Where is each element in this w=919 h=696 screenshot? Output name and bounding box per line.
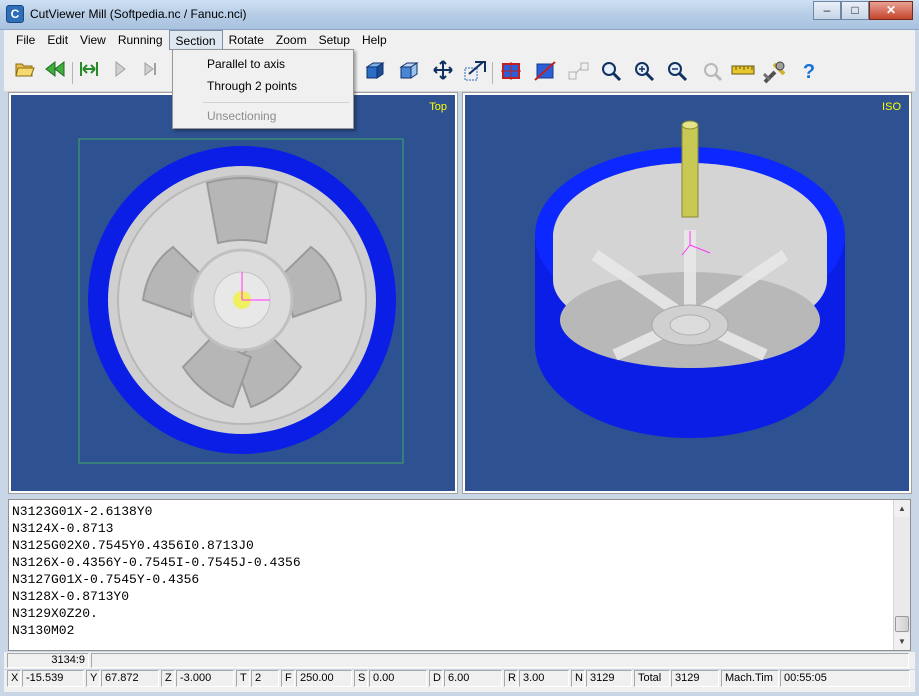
line-position-status: 3134:9 <box>7 653 89 668</box>
menu-setup[interactable]: Setup <box>313 30 356 50</box>
toolbar: ? <box>4 50 915 92</box>
code-line: N3125G02X0.7545Y0.4356I0.8713J0 <box>12 538 254 553</box>
y-value: 67.872 <box>101 670 159 687</box>
window-controls: – □ ✕ <box>813 1 913 20</box>
measure-icon[interactable] <box>566 60 592 84</box>
menu-help[interactable]: Help <box>356 30 393 50</box>
rewind-icon[interactable] <box>42 60 68 84</box>
scroll-up-icon[interactable]: ▲ <box>894 500 910 517</box>
n-value: 3129 <box>586 670 632 687</box>
d-value: 6.00 <box>444 670 502 687</box>
code-line: N3126X-0.4356Y-0.7545I-0.7545J-0.4356 <box>12 555 301 570</box>
toolbar-separator <box>72 62 73 84</box>
total-label: Total <box>634 670 670 687</box>
zoom-window-icon[interactable] <box>462 60 488 84</box>
s-value: 0.00 <box>369 670 427 687</box>
menu-zoom[interactable]: Zoom <box>270 30 313 50</box>
app-icon[interactable]: C <box>6 5 24 23</box>
menu-separator <box>203 102 349 103</box>
menu-file[interactable]: File <box>10 30 41 50</box>
iso-view-render <box>535 120 845 438</box>
menu-item-parallel-to-axis[interactable]: Parallel to axis <box>175 53 351 75</box>
top-view-label: Top <box>429 101 447 113</box>
code-line: N3124X-0.8713 <box>12 521 114 536</box>
play-icon[interactable] <box>107 60 133 84</box>
r-label: R <box>504 670 518 687</box>
total-value: 3129 <box>671 670 719 687</box>
menu-view[interactable]: View <box>74 30 112 50</box>
step-forward-icon[interactable] <box>138 60 164 84</box>
menu-item-through-2-points[interactable]: Through 2 points <box>175 75 351 97</box>
machining-time-value: 00:55:05 <box>780 670 910 687</box>
menu-edit[interactable]: Edit <box>41 30 74 50</box>
ruler-icon[interactable] <box>730 60 756 84</box>
menu-bar: File Edit View Running Section Rotate Zo… <box>4 30 915 50</box>
section-dropdown-menu: Parallel to axis Through 2 points Unsect… <box>172 49 354 129</box>
status-message <box>91 653 909 668</box>
pan-icon[interactable] <box>430 60 456 84</box>
section-icon[interactable] <box>498 60 524 84</box>
status-bar-line-position: 3134:9 <box>4 652 915 669</box>
code-line: N3127G01X-0.7545Y-0.4356 <box>12 572 200 587</box>
step-back-icon[interactable] <box>76 60 102 84</box>
zoom-out-icon[interactable] <box>664 60 690 84</box>
open-icon[interactable] <box>12 60 38 84</box>
menu-rotate[interactable]: Rotate <box>223 30 270 50</box>
n-label: N <box>571 670 585 687</box>
z-value: -3.000 <box>176 670 234 687</box>
t-label: T <box>236 670 250 687</box>
nc-code-editor[interactable]: N3123G01X-2.6138Y0 N3124X-0.8713 N3125G0… <box>8 499 911 651</box>
status-bar-machine-state: X -15.539 Y 67.872 Z -3.000 T 2 F 250.00… <box>4 670 915 692</box>
code-line: N3130M02 <box>12 623 75 638</box>
menu-section[interactable]: Section <box>168 30 223 50</box>
machining-time-label: Mach.Tim <box>721 670 779 687</box>
maximize-button[interactable]: □ <box>841 1 869 20</box>
t-value: 2 <box>251 670 279 687</box>
menu-running[interactable]: Running <box>112 30 169 50</box>
f-label: F <box>281 670 295 687</box>
code-line: N3128X-0.8713Y0 <box>12 589 130 604</box>
section-diagonal-icon[interactable] <box>532 60 558 84</box>
d-label: D <box>429 670 443 687</box>
x-value: -15.539 <box>22 670 84 687</box>
iso-view-label: ISO <box>882 101 901 113</box>
toolbar-separator <box>492 62 493 84</box>
scroll-thumb[interactable] <box>895 616 909 632</box>
zoom-fit-icon[interactable] <box>699 60 725 84</box>
top-viewport[interactable]: Top <box>8 92 458 494</box>
scroll-down-icon[interactable]: ▼ <box>894 633 910 650</box>
close-button[interactable]: ✕ <box>869 1 913 20</box>
wireframe-view-icon[interactable] <box>396 60 422 84</box>
s-label: S <box>354 670 368 687</box>
f-value: 250.00 <box>296 670 352 687</box>
nc-code-lines: N3123G01X-2.6138Y0 N3124X-0.8713 N3125G0… <box>12 503 301 639</box>
iso-viewport[interactable]: ISO <box>462 92 912 494</box>
code-vertical-scrollbar[interactable]: ▲ ▼ <box>893 500 910 650</box>
y-label: Y <box>86 670 100 687</box>
z-label: Z <box>161 670 175 687</box>
window-title: CutViewer Mill (Softpedia.nc / Fanuc.nci… <box>30 7 247 21</box>
title-bar: C CutViewer Mill (Softpedia.nc / Fanuc.n… <box>0 0 919 30</box>
help-icon[interactable]: ? <box>796 60 822 84</box>
zoom-in-icon[interactable] <box>631 60 657 84</box>
tools-icon[interactable] <box>762 60 788 84</box>
zoom-icon[interactable] <box>598 60 624 84</box>
x-label: X <box>7 670 21 687</box>
r-value: 3.00 <box>519 670 569 687</box>
menu-item-unsectioning: Unsectioning <box>207 109 277 123</box>
solid-view-icon[interactable] <box>362 60 388 84</box>
code-line: N3129X0Z20. <box>12 606 98 621</box>
minimize-button[interactable]: – <box>813 1 841 20</box>
top-view-render <box>78 138 404 464</box>
code-line: N3123G01X-2.6138Y0 <box>12 504 153 519</box>
